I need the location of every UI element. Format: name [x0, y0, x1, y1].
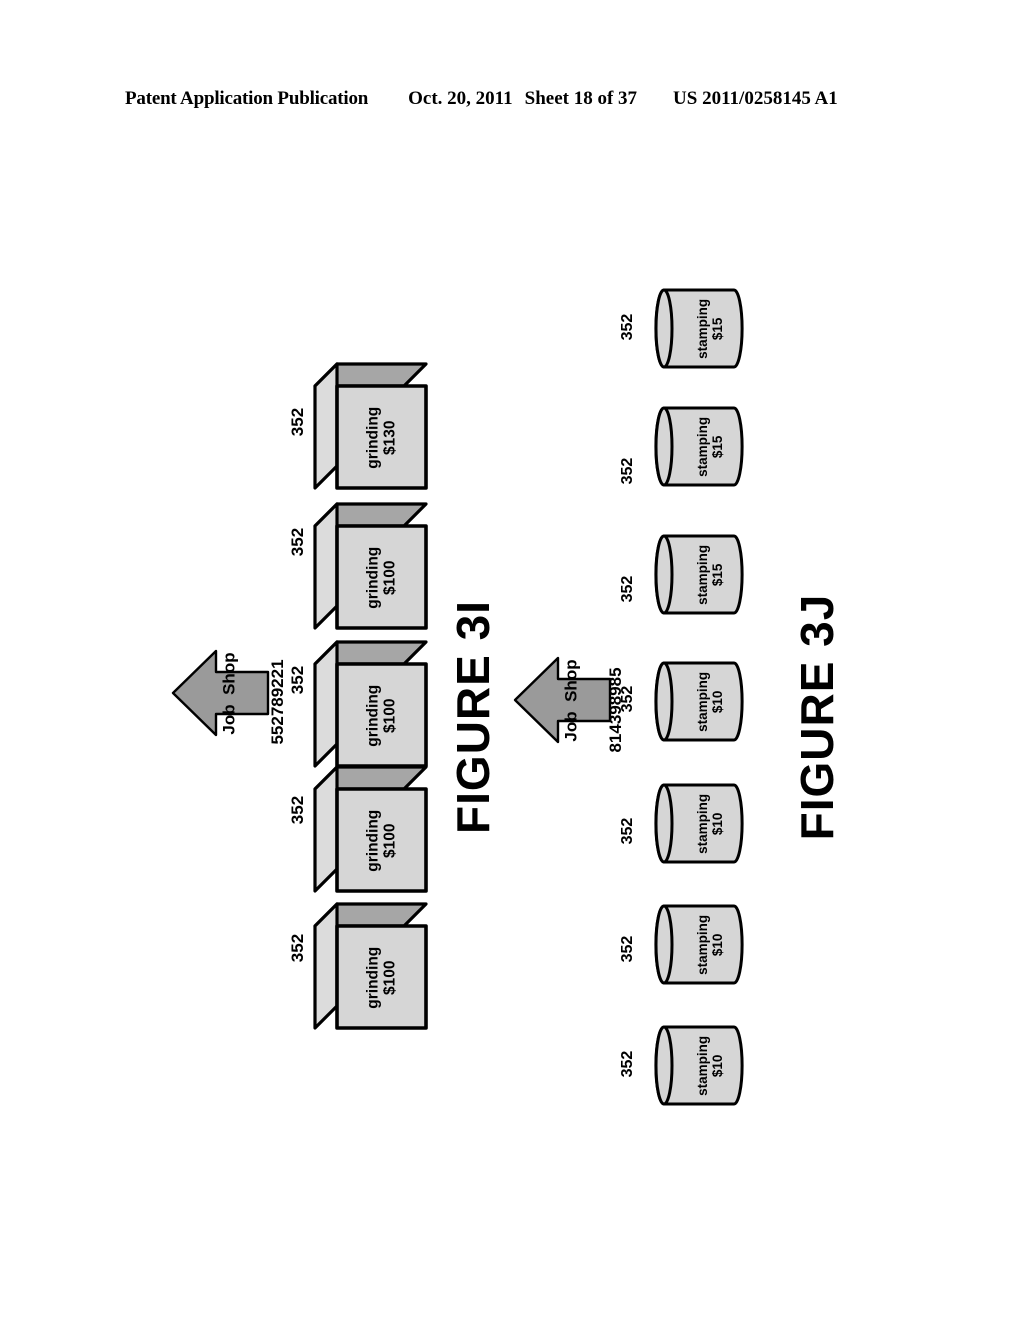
cylinder-shape-icon — [654, 783, 744, 864]
cube-shape-icon — [313, 902, 428, 1030]
cylinder-node[interactable]: stamping $15 — [648, 405, 748, 488]
cylinder-shape-icon — [654, 1025, 744, 1106]
cube-node[interactable]: grinding $100 — [313, 640, 428, 768]
cube-shape-icon — [313, 640, 428, 768]
cylinder-shape-icon — [654, 904, 744, 985]
cylinder-node[interactable]: stamping $10 — [648, 1024, 748, 1107]
cylinder-node[interactable]: stamping $10 — [648, 903, 748, 986]
cylinder-shape-icon — [654, 534, 744, 615]
cube-ref-number: 352 — [288, 933, 307, 963]
figure-stage: grinding $130 352 grinding $100 352 grin… — [0, 0, 1024, 1320]
cube-node[interactable]: grinding $100 — [313, 765, 428, 893]
cube-node[interactable]: grinding $100 — [313, 502, 428, 630]
job-shop-arrow[interactable]: Job Shop — [512, 652, 612, 748]
cylinder-shape-icon — [654, 288, 744, 369]
cube-shape-icon — [313, 765, 428, 893]
cube-ref-number: 352 — [288, 795, 307, 825]
cube-ref-number: 352 — [288, 527, 307, 557]
cylinder-shape-icon — [654, 406, 744, 487]
job-shop-arrow[interactable]: Job Shop — [170, 645, 270, 741]
figure-3i-caption: FIGURE 3I — [447, 600, 499, 834]
cube-ref-number: 352 — [288, 407, 307, 437]
cylinder-ref-number: 352 — [619, 457, 636, 485]
cylinder-shape-icon — [654, 661, 744, 742]
cube-node[interactable]: grinding $130 — [313, 362, 428, 490]
cylinder-node[interactable]: stamping $15 — [648, 287, 748, 370]
figure-3j-caption: FIGURE 3J — [791, 593, 843, 841]
cylinder-ref-number: 352 — [619, 313, 636, 341]
cylinder-node[interactable]: stamping $15 — [648, 533, 748, 616]
cube-ref-number: 352 — [288, 665, 307, 695]
arrow-left-icon — [513, 656, 612, 744]
cylinder-ref-number: 352 — [619, 575, 636, 603]
cylinder-node[interactable]: stamping $10 — [648, 660, 748, 743]
job-shop-id-number: 552789221 — [268, 659, 287, 745]
cube-shape-icon — [313, 502, 428, 630]
job-shop-id-number: 814398985 — [606, 667, 625, 753]
cylinder-node[interactable]: stamping $10 — [648, 782, 748, 865]
cylinder-ref-number: 352 — [619, 817, 636, 845]
cube-node[interactable]: grinding $100 — [313, 902, 428, 1030]
arrow-left-icon — [171, 649, 270, 737]
cube-shape-icon — [313, 362, 428, 490]
cylinder-ref-number: 352 — [619, 1050, 636, 1078]
cylinder-ref-number: 352 — [619, 935, 636, 963]
